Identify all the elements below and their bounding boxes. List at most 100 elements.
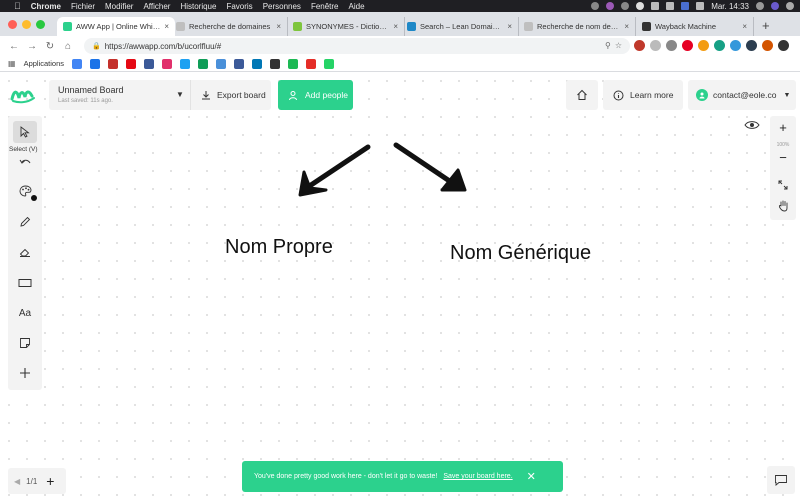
zoom-window-icon[interactable] <box>36 20 45 29</box>
browser-tab[interactable]: Recherche de domaines × <box>170 17 288 36</box>
bookmark-favicon-icon[interactable] <box>252 58 263 69</box>
menubar-clock[interactable]: Mar. 14:33 <box>711 2 749 11</box>
extension-icon[interactable] <box>666 40 677 51</box>
cloud-icon[interactable] <box>636 2 645 10</box>
siri-icon[interactable] <box>771 2 779 10</box>
menu-afficher[interactable]: Afficher <box>143 2 170 11</box>
previous-page-icon[interactable]: ◀ <box>14 477 20 486</box>
bookmark-favicon-icon[interactable] <box>72 58 83 69</box>
key-icon[interactable]: ⚲ <box>605 41 611 50</box>
extension-icon[interactable] <box>634 40 645 51</box>
new-tab-button[interactable]: + <box>762 18 770 33</box>
status-icon[interactable] <box>621 2 630 10</box>
bookmark-favicon-icon[interactable] <box>198 58 209 69</box>
battery-icon[interactable] <box>696 2 705 10</box>
aww-logo-icon[interactable] <box>10 86 36 104</box>
extension-icon[interactable] <box>714 40 725 51</box>
close-window-icon[interactable] <box>8 20 17 29</box>
extension-icon[interactable] <box>762 40 773 51</box>
browser-tab[interactable]: AWW App | Online Whiteboard × <box>57 17 175 36</box>
minimize-window-icon[interactable] <box>22 20 31 29</box>
menu-fichier[interactable]: Fichier <box>71 2 95 11</box>
extension-icon[interactable] <box>778 40 789 51</box>
apple-icon[interactable]:  <box>14 1 21 11</box>
forward-icon[interactable]: → <box>23 41 41 52</box>
color-picker-button[interactable] <box>13 180 37 202</box>
menu-fenetre[interactable]: Fenêtre <box>311 2 339 11</box>
canvas-text-nom-propre[interactable]: Nom Propre <box>225 236 333 259</box>
bookmark-applications[interactable]: Applications <box>24 59 64 68</box>
menu-list-icon[interactable] <box>786 2 794 10</box>
apps-grid-icon[interactable]: ▦ <box>8 59 16 68</box>
browser-tab[interactable]: SYNONYMES - Dictionnaire × <box>287 17 405 36</box>
status-icon[interactable] <box>651 2 660 10</box>
menu-historique[interactable]: Historique <box>180 2 216 11</box>
tab-close-icon[interactable]: × <box>276 22 281 31</box>
menu-chrome[interactable]: Chrome <box>31 2 61 11</box>
bookmark-favicon-icon[interactable] <box>234 58 245 69</box>
save-board-link[interactable]: Save your board here. <box>443 473 512 480</box>
undo-button[interactable] <box>13 152 37 174</box>
bookmark-favicon-icon[interactable] <box>90 58 101 69</box>
tab-close-icon[interactable]: × <box>507 22 512 31</box>
bookmark-favicon-icon[interactable] <box>324 58 335 69</box>
flag-icon[interactable] <box>681 2 690 10</box>
back-icon[interactable]: ← <box>5 41 23 52</box>
account-menu-button[interactable]: contact@eole.co ▼ <box>688 80 796 110</box>
bookmark-favicon-icon[interactable] <box>180 58 191 69</box>
board-menu-chevron-down-icon[interactable]: ▼ <box>176 90 184 99</box>
whiteboard-app[interactable]: Unnamed Board Last saved: 11s ago. ▼ Exp… <box>0 72 800 500</box>
extension-icon[interactable] <box>730 40 741 51</box>
fullscreen-button[interactable] <box>770 178 796 193</box>
select-tool-button[interactable] <box>13 121 37 143</box>
arrow-left-drawing[interactable] <box>298 144 371 197</box>
browser-tab[interactable]: Recherche de nom de domaine × <box>518 17 636 36</box>
add-page-button[interactable]: + <box>46 473 54 489</box>
menu-modifier[interactable]: Modifier <box>105 2 133 11</box>
sticky-note-tool-button[interactable] <box>13 332 37 354</box>
arrow-right-drawing[interactable] <box>393 142 467 192</box>
eye-icon[interactable] <box>744 120 760 130</box>
text-tool-button[interactable]: Aa <box>13 302 37 324</box>
bookmark-favicon-icon[interactable] <box>126 58 137 69</box>
reload-icon[interactable]: ↻ <box>41 41 59 52</box>
bookmark-favicon-icon[interactable] <box>216 58 227 69</box>
status-icon[interactable] <box>606 2 615 10</box>
tab-close-icon[interactable]: × <box>624 22 629 31</box>
status-icon[interactable] <box>591 2 600 10</box>
canvas-drawing[interactable] <box>280 142 490 212</box>
pinterest-icon[interactable] <box>682 40 693 51</box>
bookmark-favicon-icon[interactable] <box>270 58 281 69</box>
eraser-tool-button[interactable] <box>13 241 37 263</box>
bookmark-favicon-icon[interactable] <box>288 58 299 69</box>
zoom-out-button[interactable]: − <box>770 150 796 165</box>
export-board-button[interactable]: Export board <box>190 80 271 110</box>
tab-close-icon[interactable]: × <box>742 22 747 31</box>
pencil-tool-button[interactable] <box>13 211 37 233</box>
home-button[interactable] <box>566 80 598 110</box>
menu-favoris[interactable]: Favoris <box>226 2 252 11</box>
add-more-tools-button[interactable] <box>13 362 37 384</box>
bookmark-favicon-icon[interactable] <box>144 58 155 69</box>
canvas-text-nom-generique[interactable]: Nom Générique <box>450 242 591 265</box>
chat-button[interactable] <box>767 466 795 494</box>
shape-tool-button[interactable] <box>13 272 37 294</box>
search-icon[interactable] <box>756 2 764 10</box>
pan-hand-button[interactable] <box>770 200 796 215</box>
tab-close-icon[interactable]: × <box>393 22 398 31</box>
browser-tab[interactable]: Wayback Machine × <box>636 17 754 36</box>
star-icon[interactable]: ☆ <box>615 41 622 50</box>
zoom-in-button[interactable]: + <box>770 120 796 135</box>
extension-icon[interactable] <box>746 40 757 51</box>
bookmark-favicon-icon[interactable] <box>306 58 317 69</box>
home-icon[interactable]: ⌂ <box>59 41 77 52</box>
bookmark-favicon-icon[interactable] <box>162 58 173 69</box>
wifi-icon[interactable] <box>666 2 675 10</box>
learn-more-button[interactable]: Learn more <box>603 80 683 110</box>
menu-aide[interactable]: Aide <box>349 2 365 11</box>
extension-icon[interactable] <box>650 40 661 51</box>
close-icon[interactable]: ✕ <box>527 470 536 483</box>
tab-close-icon[interactable]: × <box>164 22 169 31</box>
browser-tab[interactable]: Search – Lean Domain Search× <box>401 17 519 36</box>
bookmark-favicon-icon[interactable] <box>108 58 119 69</box>
